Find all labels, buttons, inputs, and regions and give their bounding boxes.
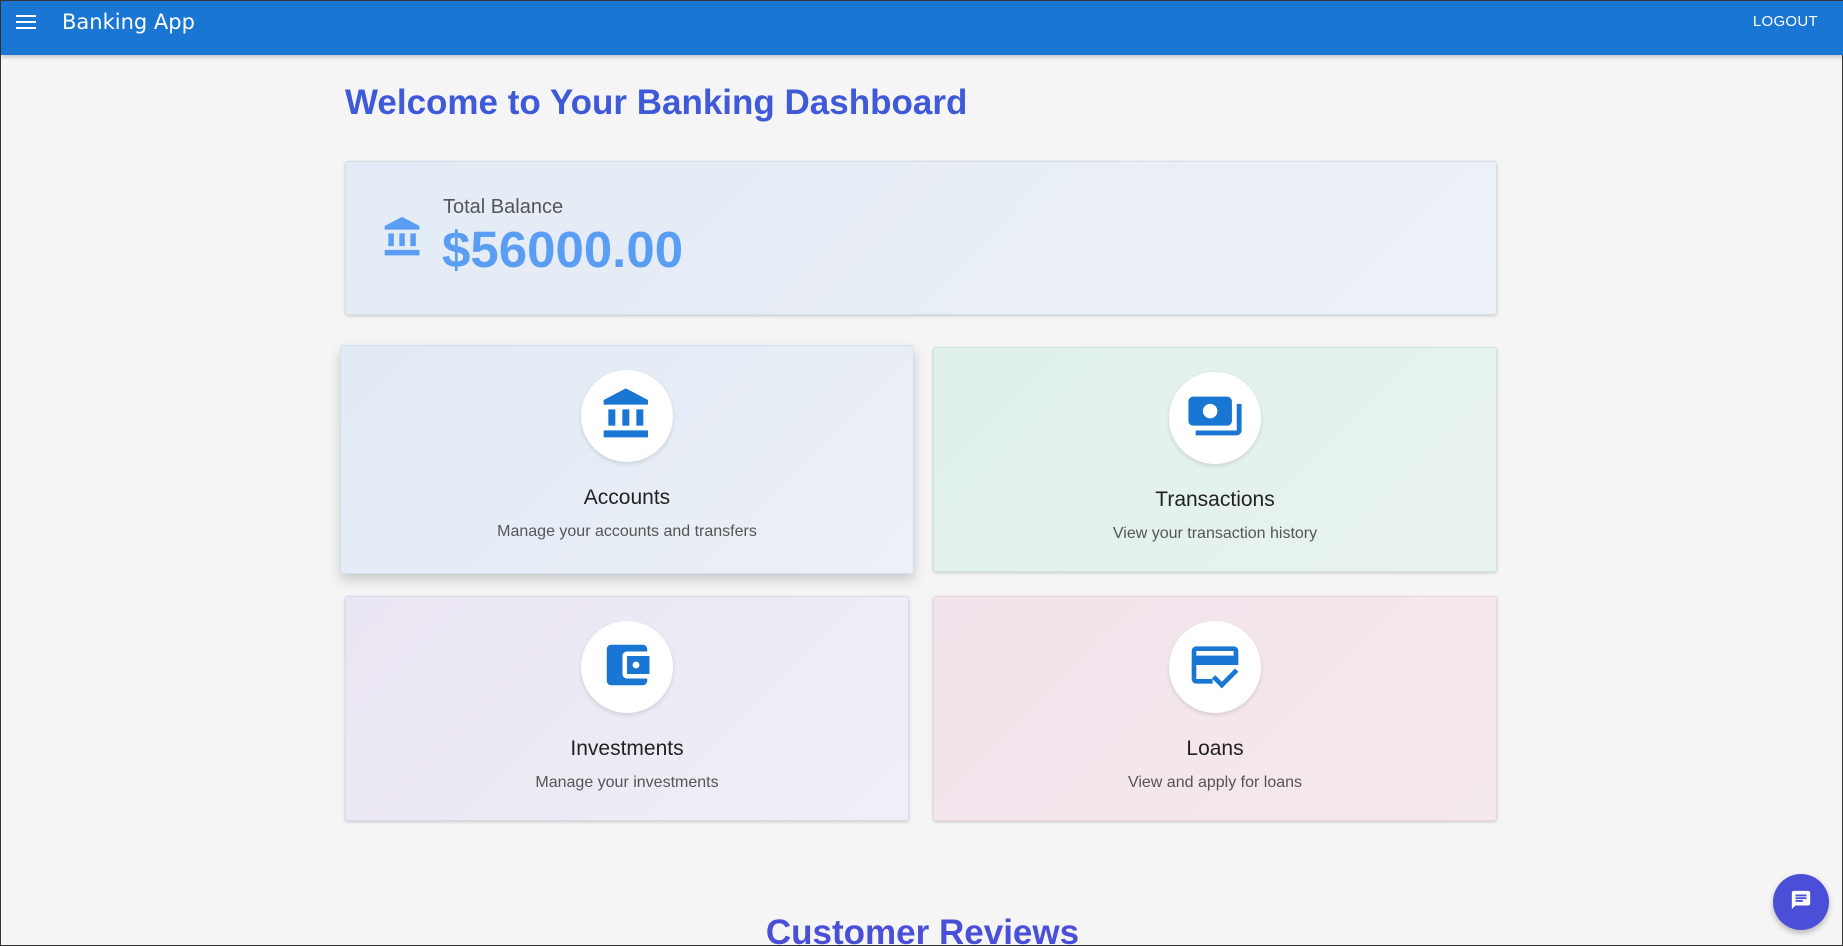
balance-amount: $56000.00: [442, 221, 684, 278]
accounts-card[interactable]: Accounts Manage your accounts and transf…: [340, 345, 914, 574]
page-title: Welcome to Your Banking Dashboard: [345, 83, 968, 122]
tile-description: Manage your accounts and transfers: [497, 523, 757, 540]
payments-icon: [1186, 387, 1244, 450]
customer-reviews-heading: Customer Reviews: [765, 913, 1080, 946]
app-bar: Banking App LOGOUT: [1, 1, 1843, 55]
tile-title: Transactions: [1155, 488, 1275, 511]
tile-title: Investments: [570, 737, 684, 760]
credit-score-icon: [1187, 637, 1243, 698]
hamburger-menu-icon[interactable]: [13, 11, 39, 33]
app-title: Banking App: [62, 10, 195, 34]
chat-button[interactable]: [1773, 874, 1829, 930]
investments-card[interactable]: Investments Manage your investments: [345, 596, 909, 821]
total-balance-card: Total Balance $56000.00: [345, 161, 1497, 315]
loans-icon-circle: [1169, 621, 1261, 713]
wallet-icon: [600, 638, 654, 697]
investments-icon-circle: [581, 621, 673, 713]
logout-button[interactable]: LOGOUT: [1753, 13, 1818, 30]
balance-label: Total Balance: [443, 196, 564, 218]
loans-card[interactable]: Loans View and apply for loans: [933, 596, 1497, 821]
tile-description: View your transaction history: [1112, 525, 1318, 542]
chat-icon: [1790, 889, 1812, 916]
bank-icon: [381, 215, 425, 259]
bank-icon: [599, 386, 655, 447]
tile-description: Manage your investments: [535, 774, 719, 791]
tile-title: Loans: [1186, 737, 1244, 760]
transactions-card[interactable]: Transactions View your transaction histo…: [933, 347, 1497, 572]
tile-title: Accounts: [583, 486, 671, 509]
tile-description: View and apply for loans: [1127, 774, 1303, 791]
accounts-icon-circle: [581, 370, 673, 462]
transactions-icon-circle: [1169, 372, 1261, 464]
